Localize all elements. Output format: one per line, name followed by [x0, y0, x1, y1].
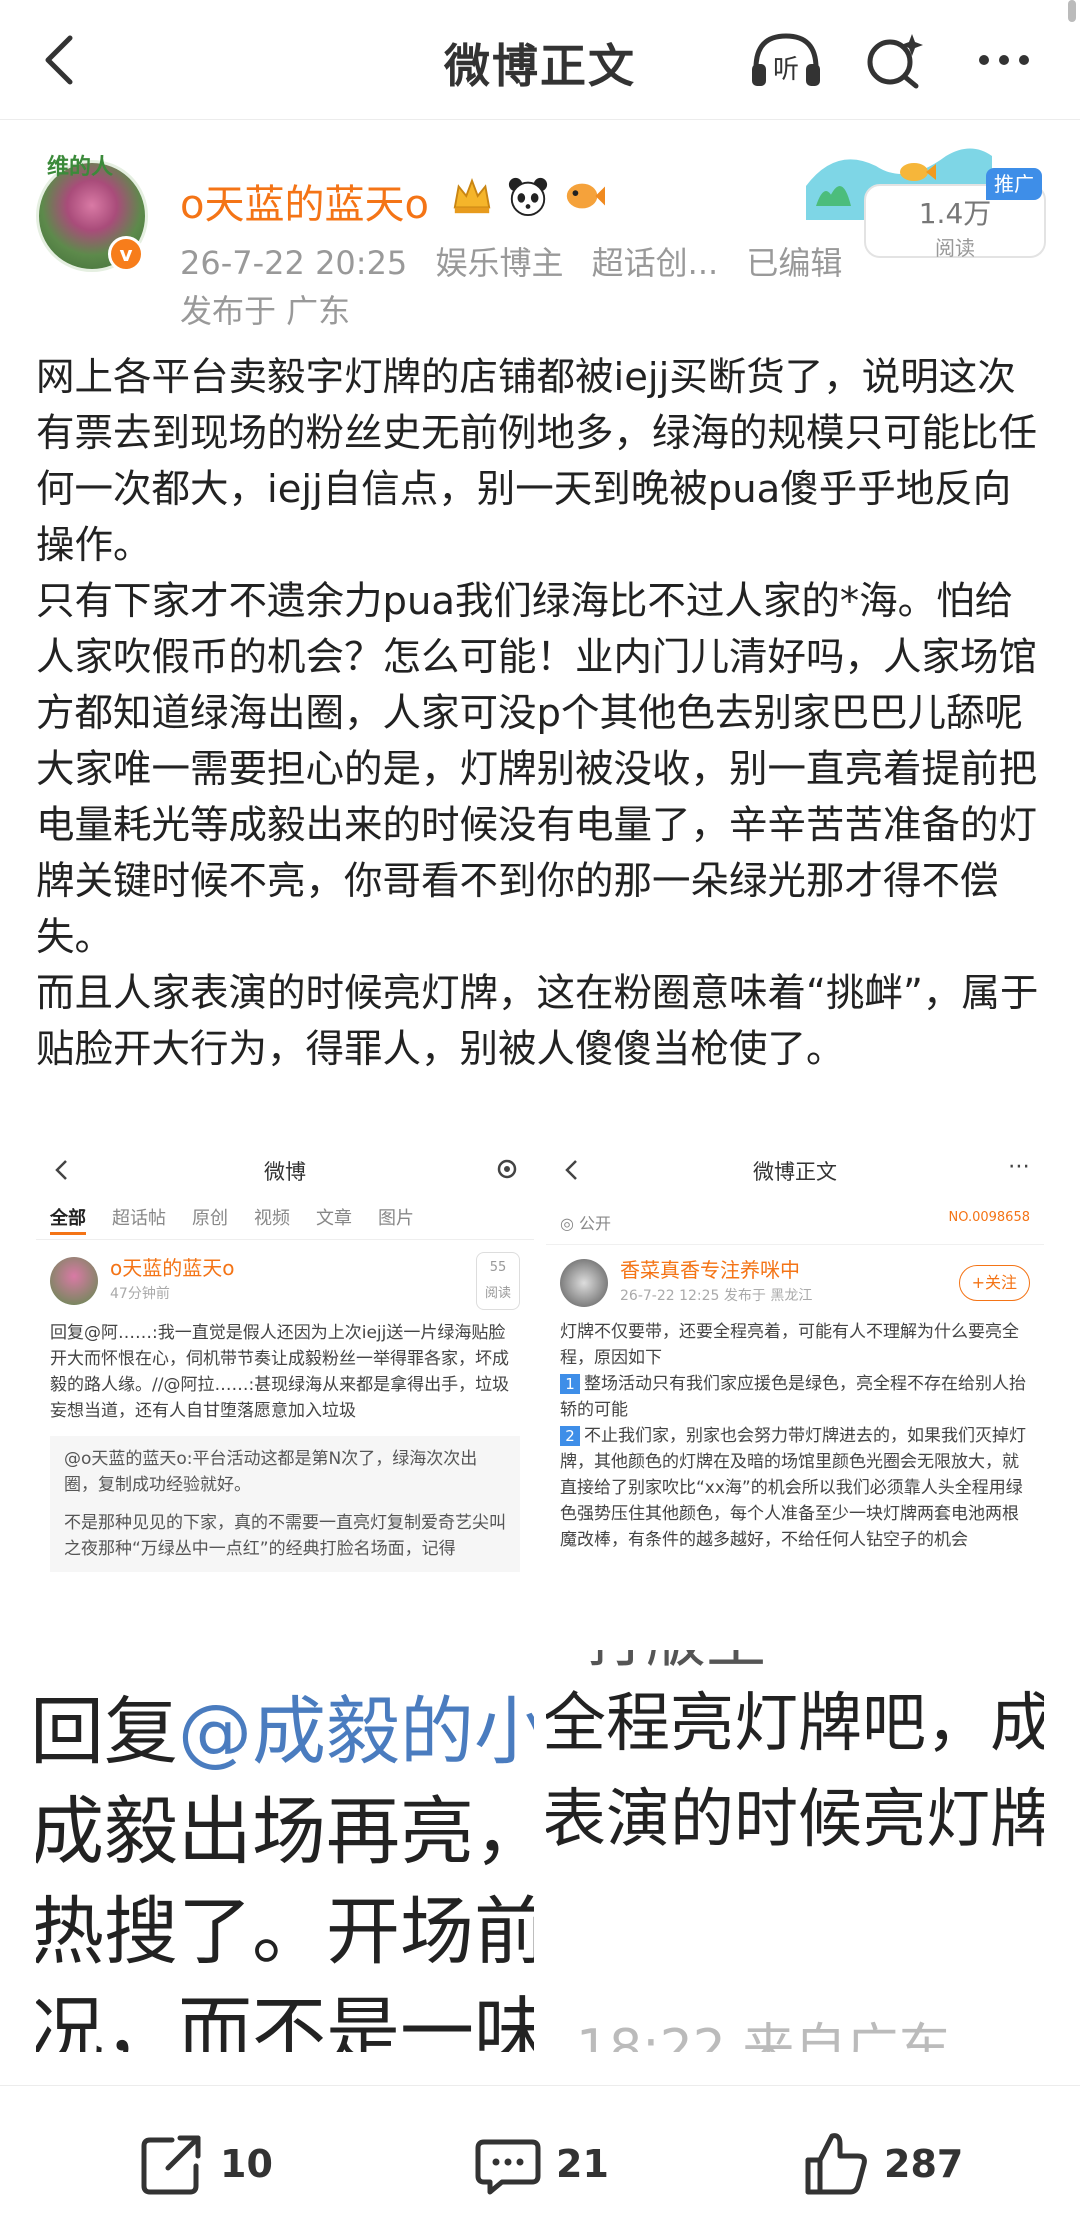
embedded-image-2[interactable]: 微博正文 ⋯ ◎ 公开 NO.0098658 香菜真香专注养咪中 26-7-22…: [546, 1140, 1044, 1648]
more-options-icon[interactable]: [972, 28, 1036, 92]
mini-tab: 超话帖: [112, 1208, 166, 1229]
mini-tab: 视频: [254, 1208, 290, 1229]
ai-search-icon[interactable]: [862, 28, 926, 92]
top-nav: 微博正文 听: [0, 0, 1080, 120]
post-paragraph: 而且人家表演的时候亮灯牌，这在粉圈意味着“挑衅”，属于贴脸开大行为，得罪人，别被…: [36, 971, 1039, 1072]
goldfish-badge-icon[interactable]: [560, 174, 608, 218]
embedded-image-1[interactable]: 微博 全部 超话帖 原创 视频 文章 图片 o天蓝的蓝天o 47分钟前 55 阅…: [36, 1140, 534, 1648]
mini-author: o天蓝的蓝天o: [110, 1256, 235, 1280]
mini-quote: @o天蓝的蓝天o:平台活动这都是第N次了，绿海次次出圈，复制成功经验就好。 不是…: [50, 1436, 520, 1572]
promote-tag[interactable]: 推广: [986, 168, 1042, 200]
mini-tab: 文章: [316, 1208, 352, 1229]
comment-button[interactable]: 21: [472, 2128, 609, 2200]
mini-avatar: [560, 1259, 608, 1307]
repost-button[interactable]: 10: [136, 2128, 273, 2200]
mini-location: 发布于 黑龙江: [723, 1288, 813, 1304]
mini-quote-1: @o天蓝的蓝天o:平台活动这都是第N次了，绿海次次出圈，复制成功经验就好。: [64, 1449, 478, 1495]
mini-settings-icon: [497, 1159, 517, 1179]
zoom-line: 表演的时候亮灯牌: [546, 1783, 1044, 1857]
mini-title: 微博: [264, 1160, 306, 1184]
mini-time: 26-7-22 12:25: [620, 1288, 720, 1304]
zoom-reply-prefix: 回复: [36, 1689, 178, 1775]
post-paragraph: 只有下家才不遗余力pua我们绿海比不过人家的*海。怕给人家吹假币的机会？怎么可能…: [36, 579, 1038, 736]
mini-read-label: 阅读: [484, 1286, 511, 1301]
repost-count: 10: [220, 2142, 273, 2186]
zoom-line: 成毅出场再亮，: [36, 1789, 534, 1875]
topic-link[interactable]: 超话创...: [592, 244, 719, 282]
zoom-line: 全程亮灯牌吧，成: [546, 1687, 1044, 1761]
zoom-line: 回复@成毅的小: [36, 1672, 534, 1779]
mini-tab: 图片: [378, 1208, 414, 1229]
post-body: 网上各平台卖毅字灯牌的店铺都被iejj买断货了，说明这次有票去到现场的粉丝史无前…: [36, 350, 1046, 1078]
number-1-icon: 1: [560, 1374, 580, 1394]
mini-author-row: o天蓝的蓝天o 47分钟前 55 阅读: [50, 1252, 520, 1310]
comment-icon: [475, 2139, 541, 2195]
post-location: 发布于 广东: [180, 292, 351, 330]
mini-nav: 微博: [36, 1140, 534, 1200]
mini-more-icon: ⋯: [1008, 1154, 1030, 1179]
comment-count: 21: [556, 2142, 609, 2186]
mini-tab: 全部: [50, 1204, 86, 1235]
mini-nav: 微博正文 ⋯: [546, 1140, 1044, 1200]
mini-read-count: 55: [489, 1260, 507, 1275]
mini-item-2: 不止我们家，别家也会努力带灯牌进去的，如果我们灭掉灯牌，其他颜色的灯牌在及暗的场…: [560, 1426, 1026, 1550]
avatar-caption: 维的人: [47, 155, 114, 180]
crown-badge-icon[interactable]: [448, 174, 496, 218]
author-tag: 娱乐博主: [435, 244, 564, 282]
verified-icon: v: [108, 236, 144, 272]
listen-headphones-icon[interactable]: 听: [748, 28, 824, 92]
mini-time: 47分钟前: [110, 1286, 170, 1302]
like-count: 287: [884, 2142, 964, 2186]
mini-quote-2: 不是那种见见的下家，真的不需要一直亮灯复制爱奇艺尖叫之夜那种“万绿丛中一点红”的…: [64, 1513, 506, 1559]
scrollbar-thumb[interactable]: [1068, 0, 1076, 22]
like-button[interactable]: 287: [800, 2128, 963, 2200]
post-time: 26-7-22 20:25: [180, 244, 408, 282]
mini-public-label: 公开: [579, 1214, 612, 1233]
listen-label: 听: [773, 55, 799, 85]
edited-label[interactable]: 已编辑: [746, 244, 842, 282]
like-thumb-icon: [805, 2133, 867, 2195]
panda-badge-icon[interactable]: [504, 174, 552, 218]
mini-item-1: 整场活动只有我们家应援色是绿色，亮全程不存在给别人抬轿的可能: [560, 1374, 1026, 1420]
repost-icon: [141, 2135, 201, 2195]
mini-tabs: 全部 超话帖 原创 视频 文章 图片: [36, 1200, 534, 1240]
mini-tab: 原创: [192, 1208, 228, 1229]
author-name[interactable]: o天蓝的蓝天o: [180, 172, 429, 230]
mini-read-box: 55 阅读: [475, 1252, 520, 1310]
globe-icon: ◎: [560, 1214, 580, 1233]
bottom-action-bar: 10 21 287: [0, 2085, 1080, 2236]
mini-intro: 灯牌不仅要带，还要全程亮着，可能有人不理解为什么要亮全程，原因如下: [560, 1322, 1019, 1368]
zoom-line: 18:22 来自广东: [576, 2019, 951, 2052]
mini-post-card: 香菜真香专注养咪中 26-7-22 12:25 发布于 黑龙江 +关注 灯牌不仅…: [546, 1245, 1044, 1565]
mini-avatar: [50, 1257, 98, 1305]
zoom-mention: @成毅的小: [178, 1689, 534, 1775]
embedded-image-4[interactable]: 打版主 全程亮灯牌吧，成 表演的时候亮灯牌 18:22 来自广东: [546, 1650, 1044, 2052]
post-paragraph: 大家唯一需要担心的是，灯牌别被没收，别一直亮着提前把电量耗光等成毅出来的时候没有…: [36, 747, 1038, 960]
mini-badge-no: NO.0098658: [948, 1210, 1030, 1225]
post-meta: 26-7-22 20:25 娱乐博主 超话创... 已编辑: [180, 238, 860, 284]
mini-reply-text: 回复@阿……:我一直觉是假人还因为上次iejj送一片绿海贴脸开大而怀恨在心，伺机…: [50, 1323, 510, 1421]
zoom-line: 热搜了。开场前: [36, 1889, 534, 1975]
mini-public-row: ◎ 公开 NO.0098658: [546, 1200, 1044, 1245]
read-label: 阅读: [935, 236, 975, 260]
mini-author: 香菜真香专注养咪中: [620, 1258, 800, 1282]
zoom-line: 况，而不是一味: [36, 1989, 534, 2052]
mini-title: 微博正文: [753, 1160, 837, 1184]
mini-author-row: 香菜真香专注养咪中 26-7-22 12:25 发布于 黑龙江 +关注: [560, 1257, 1030, 1309]
mini-post-card: o天蓝的蓝天o 47分钟前 55 阅读 回复@阿……:我一直觉是假人还因为上次i…: [36, 1240, 534, 1584]
author-badges: [448, 172, 608, 220]
embedded-image-3[interactable]: 回复@成毅的小 成毅出场再亮， 热搜了。开场前 况，而不是一味: [36, 1650, 534, 2052]
mini-follow-button: +关注: [958, 1265, 1030, 1301]
post-paragraph: 网上各平台卖毅字灯牌的店铺都被iejj买断货了，说明这次有票去到现场的粉丝史无前…: [36, 355, 1038, 568]
number-2-icon: 2: [560, 1426, 580, 1446]
